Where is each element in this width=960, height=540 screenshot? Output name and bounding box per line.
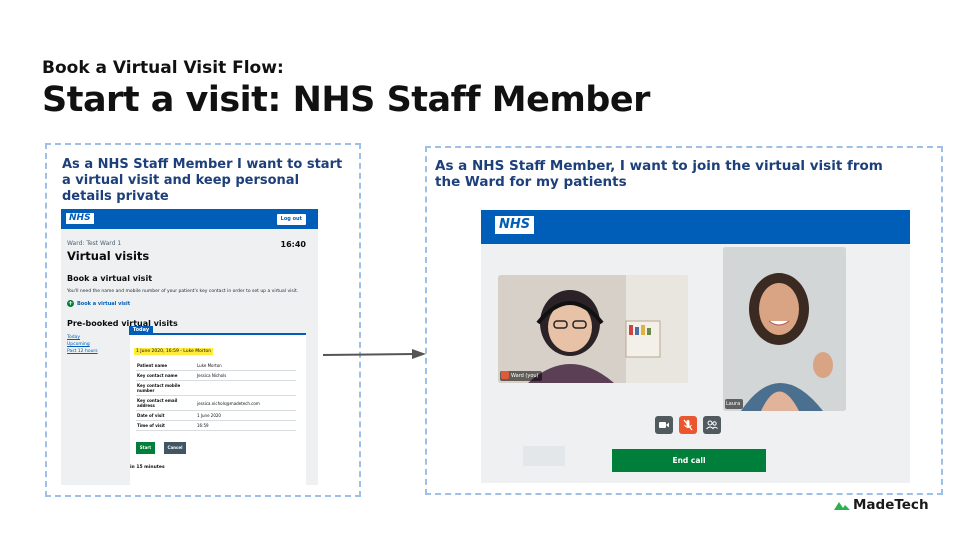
mic-toggle-button[interactable]: [679, 416, 697, 434]
video-tile-ward[interactable]: Ward (you): [498, 275, 688, 383]
placeholder-block: [523, 446, 565, 466]
prebooked-heading: Pre-booked virtual visits: [67, 319, 178, 328]
book-link-label: Book a virtual visit: [77, 301, 131, 307]
detail-key: Key contact name: [137, 373, 178, 378]
camera-toggle-button[interactable]: [655, 416, 673, 434]
logout-button[interactable]: Log out: [276, 214, 306, 225]
detail-key: Date of visit: [137, 413, 165, 418]
nav-link-past[interactable]: Past 12 hours: [67, 348, 98, 355]
book-heading: Book a virtual visit: [67, 274, 153, 283]
slide-headline: Start a visit: NHS Staff Member: [42, 80, 650, 120]
mountain-icon: [834, 502, 850, 510]
visit-filter-nav: Today Upcoming Past 12 hours: [67, 334, 98, 355]
virtual-visits-screenshot: NHS Log out Ward: Test Ward 1 16:40 Virt…: [61, 209, 318, 485]
table-row: Key contact email address jessica.nichols…: [136, 396, 296, 411]
page-title: Virtual visits: [67, 249, 150, 263]
user-story-text: As a NHS Staff Member I want to start a …: [62, 157, 343, 204]
table-row: Key contact mobile number: [136, 381, 296, 396]
detail-value: [196, 386, 296, 390]
madetech-logo: MadeTech: [834, 497, 929, 513]
current-time: 16:40: [280, 240, 306, 249]
visit-panel: Today 1 June 2020, 16:59 - Luke Morton P…: [129, 326, 306, 485]
ward-video-label: Ward (you): [500, 371, 542, 381]
laura-participant-video: [723, 247, 846, 411]
table-row: Time of visit 16:59: [136, 421, 296, 431]
nav-link-upcoming[interactable]: Upcoming: [67, 341, 98, 348]
ward-name: Ward: Test Ward 1: [67, 240, 122, 247]
camera-icon: [659, 422, 669, 428]
tab-today[interactable]: Today: [129, 326, 153, 335]
flow-arrow: [323, 349, 426, 359]
nhs-header: NHS Log out: [61, 209, 318, 229]
video-tile-laura[interactable]: Laura: [723, 247, 846, 411]
detail-key: Key contact mobile number: [137, 383, 181, 393]
book-paragraph: You'll need the name and mobile number o…: [67, 289, 299, 294]
table-row: Date of visit 1 June 2020: [136, 411, 296, 421]
user-story-text: As a NHS Staff Member, I want to join th…: [435, 158, 883, 190]
mic-muted-icon: [683, 419, 693, 431]
nhs-logo: NHS: [495, 216, 535, 234]
detail-key: Time of visit: [137, 423, 165, 428]
nav-link-today[interactable]: Today: [67, 334, 98, 341]
participants-button[interactable]: [703, 416, 721, 434]
visit-summary-text: 1 June 2020, 16:59 - Luke Morton: [136, 349, 212, 354]
detail-key: Key contact email address: [137, 398, 178, 408]
table-row: Key contact name Jessica Nichols: [136, 371, 296, 381]
detail-value: 1 June 2020: [197, 413, 221, 418]
nhs-header: NHS: [481, 210, 910, 244]
visit-details-table: Patient name Luke Morton Key contact name…: [136, 361, 296, 431]
muted-icon: [501, 371, 509, 379]
brand-name: MadeTech: [853, 497, 929, 513]
detail-value: jessica.nichols@madetech.com: [197, 400, 260, 406]
cancel-button[interactable]: Cancel: [164, 442, 186, 454]
ward-label-text: Ward (you): [511, 373, 539, 379]
detail-value: 16:59: [197, 423, 209, 428]
video-call-screenshot: NHS Ward (you) Laura End call: [481, 210, 910, 483]
end-call-button[interactable]: End call: [612, 449, 766, 472]
slide-eyebrow: Book a Virtual Visit Flow:: [42, 58, 284, 78]
detail-value: Jessica Nichols: [197, 373, 227, 378]
ward-participant-video: [498, 275, 688, 383]
visit-summary-highlight[interactable]: 1 June 2020, 16:59 - Luke Morton: [134, 348, 214, 355]
plus-icon: +: [67, 300, 74, 307]
detail-key: Patient name: [137, 363, 168, 368]
story-card-join-visit: As a NHS Staff Member, I want to join th…: [425, 146, 943, 495]
book-virtual-visit-link[interactable]: + Book a virtual visit: [67, 300, 130, 307]
table-row: Patient name Luke Morton: [136, 361, 296, 371]
countdown-text: in 15 minutes: [130, 465, 165, 470]
detail-value: Luke Morton: [197, 363, 222, 368]
nhs-logo: NHS: [66, 213, 94, 224]
laura-video-label: Laura: [725, 399, 744, 409]
story-card-start-visit: As a NHS Staff Member I want to start a …: [45, 143, 361, 497]
participants-icon: [706, 420, 718, 430]
start-button[interactable]: Start: [136, 442, 155, 454]
